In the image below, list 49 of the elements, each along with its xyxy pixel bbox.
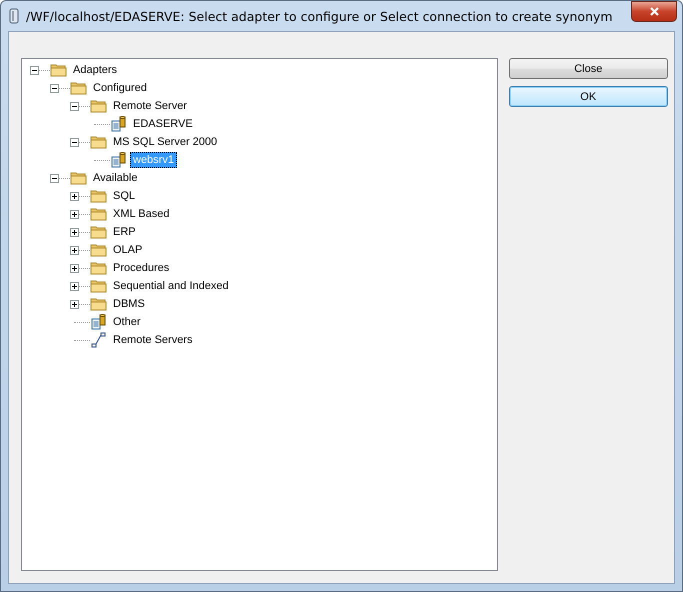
expand-icon[interactable] [70, 264, 79, 272]
app-icon [8, 8, 20, 24]
tree-item[interactable]: Remote Server [110, 98, 190, 114]
collapse-icon[interactable] [50, 84, 59, 92]
folder-icon [70, 81, 87, 95]
folder-icon [70, 171, 87, 185]
tree-item[interactable]: Configured [90, 80, 150, 96]
ok-button[interactable]: OK [508, 86, 668, 107]
tree-item[interactable]: Procedures [110, 260, 172, 276]
tree-item[interactable]: EDASERVE [130, 116, 196, 132]
tree-item[interactable]: ERP [110, 224, 139, 240]
expand-icon[interactable] [70, 246, 79, 254]
folder-icon [90, 297, 107, 311]
tree-item[interactable]: MS SQL Server 2000 [110, 134, 220, 150]
folder-icon [90, 99, 107, 113]
expand-icon[interactable] [70, 192, 79, 200]
folder-icon [90, 189, 107, 203]
document-cylinder-icon [90, 314, 107, 330]
expand-icon[interactable] [70, 282, 79, 290]
tree-item[interactable]: DBMS [110, 296, 148, 312]
tree-item[interactable]: Adapters [70, 62, 120, 78]
folder-icon [50, 63, 67, 77]
expand-icon[interactable] [70, 210, 79, 218]
folder-icon [90, 261, 107, 275]
folder-icon [90, 225, 107, 239]
tree-item[interactable]: OLAP [110, 242, 146, 258]
expand-icon[interactable] [70, 300, 79, 308]
close-icon [648, 7, 660, 16]
tree-item[interactable]: Remote Servers [110, 332, 196, 348]
collapse-icon[interactable] [70, 102, 79, 110]
window-title: /WF/localhost/EDASERVE: Select adapter to configure or Select connection to create synonym [26, 8, 613, 24]
connection-icon [90, 332, 107, 348]
tree-item[interactable]: SQL [110, 188, 138, 204]
tree-item[interactable]: XML Based [110, 206, 172, 222]
tree-item[interactable]: Other [110, 314, 144, 330]
tree-item[interactable]: Sequential and Indexed [110, 278, 232, 294]
collapse-icon[interactable] [50, 174, 59, 182]
close-button[interactable] [631, 1, 677, 22]
close-button[interactable]: Close [508, 58, 668, 79]
expand-icon[interactable] [70, 228, 79, 236]
tree-item[interactable]: Available [90, 170, 140, 186]
folder-icon [90, 279, 107, 293]
folder-icon [90, 207, 107, 221]
folder-icon [90, 243, 107, 257]
collapse-icon[interactable] [70, 138, 79, 146]
document-cylinder-icon [110, 152, 127, 168]
folder-icon [90, 135, 107, 149]
document-cylinder-icon [110, 116, 127, 132]
collapse-icon[interactable] [30, 66, 39, 74]
